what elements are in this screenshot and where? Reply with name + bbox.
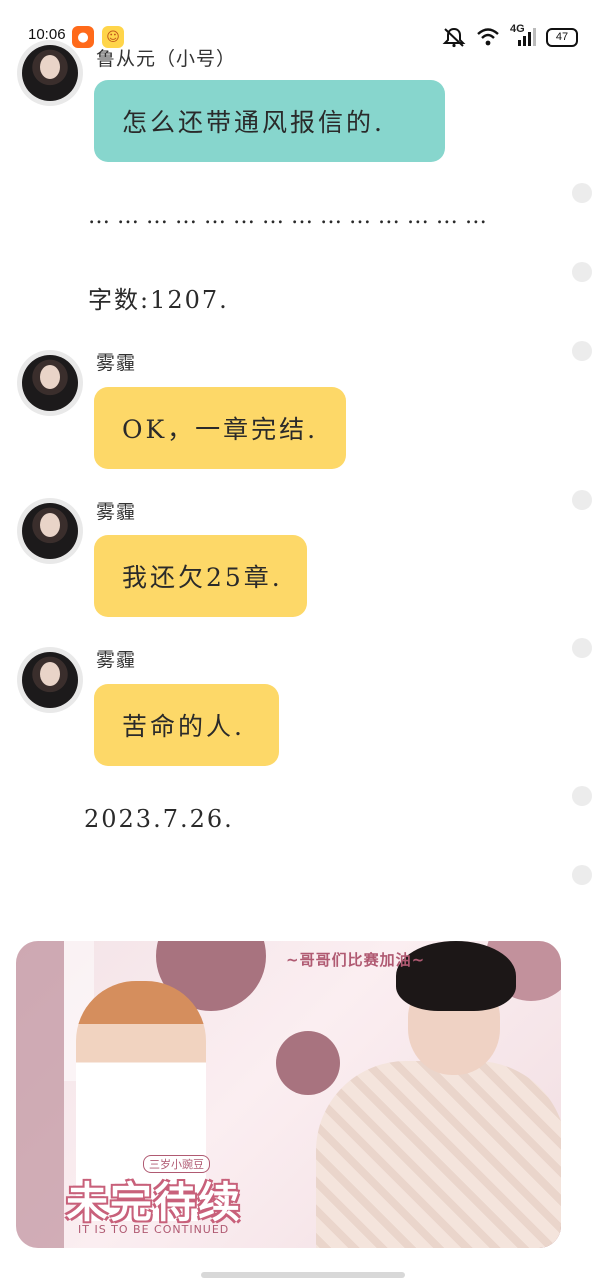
scroll-marker[interactable]: [572, 490, 592, 510]
kuaishou-app-icon: ●: [72, 26, 94, 48]
avatar-image: [22, 503, 78, 559]
scroll-marker[interactable]: [572, 341, 592, 361]
status-time: 10:06: [28, 26, 66, 43]
banner-subtitle: IT IS TO BE CONTINUED: [78, 1223, 230, 1236]
word-count-text: 字数:1207.: [88, 286, 229, 314]
wifi-icon: [477, 28, 499, 46]
message-bubble[interactable]: 怎么还带通风报信的.: [94, 80, 445, 162]
avatar-image: [22, 355, 78, 411]
battery-icon: 47: [546, 27, 578, 47]
message-bubble[interactable]: OK，一章完结.: [94, 387, 346, 469]
avatar-image: [22, 652, 78, 708]
banner-person-right: [286, 941, 561, 1248]
chat-area[interactable]: 鲁从元（小号） 怎么还带通风报信的. … … … … … … … … … … ……: [0, 0, 606, 1280]
date-text: 2023.7.26.: [84, 805, 234, 833]
banner-stripe: [16, 941, 64, 1248]
sender-name: 雾霾: [96, 501, 137, 523]
sender-name: 雾霾: [96, 352, 137, 374]
home-indicator[interactable]: [201, 1272, 405, 1278]
to-be-continued-banner[interactable]: ~哥哥们比赛加油~ 三岁小豌豆 未完待续 IT IS TO BE CONTINU…: [16, 941, 561, 1248]
banner-title: 未完待续: [66, 1178, 243, 1227]
message-bubble[interactable]: 我还欠25章.: [94, 535, 307, 617]
avatar[interactable]: [17, 498, 83, 564]
battery-level: 47: [555, 31, 569, 43]
status-right-group: 4G 47: [442, 23, 578, 50]
signal-icon: 4G: [510, 23, 536, 48]
avatar[interactable]: [17, 647, 83, 713]
scroll-marker[interactable]: [572, 786, 592, 806]
sender-name: 雾霾: [96, 649, 137, 671]
message-bubble[interactable]: 苦命的人.: [94, 684, 279, 766]
banner-tag: ~哥哥们比赛加油~: [286, 951, 426, 969]
scroll-marker[interactable]: [572, 865, 592, 885]
scroll-marker[interactable]: [572, 183, 592, 203]
scroll-marker[interactable]: [572, 262, 592, 282]
separator-text: … … … … … … … … … … … … … …: [88, 204, 487, 229]
status-bar: 10:06 ● ☺ 4G 47: [0, 0, 606, 72]
avatar[interactable]: [17, 350, 83, 416]
scroll-marker[interactable]: [572, 638, 592, 658]
emoji-app-icon: ☺: [102, 26, 124, 48]
mute-icon: [442, 27, 466, 48]
banner-sweater: [316, 1061, 561, 1248]
